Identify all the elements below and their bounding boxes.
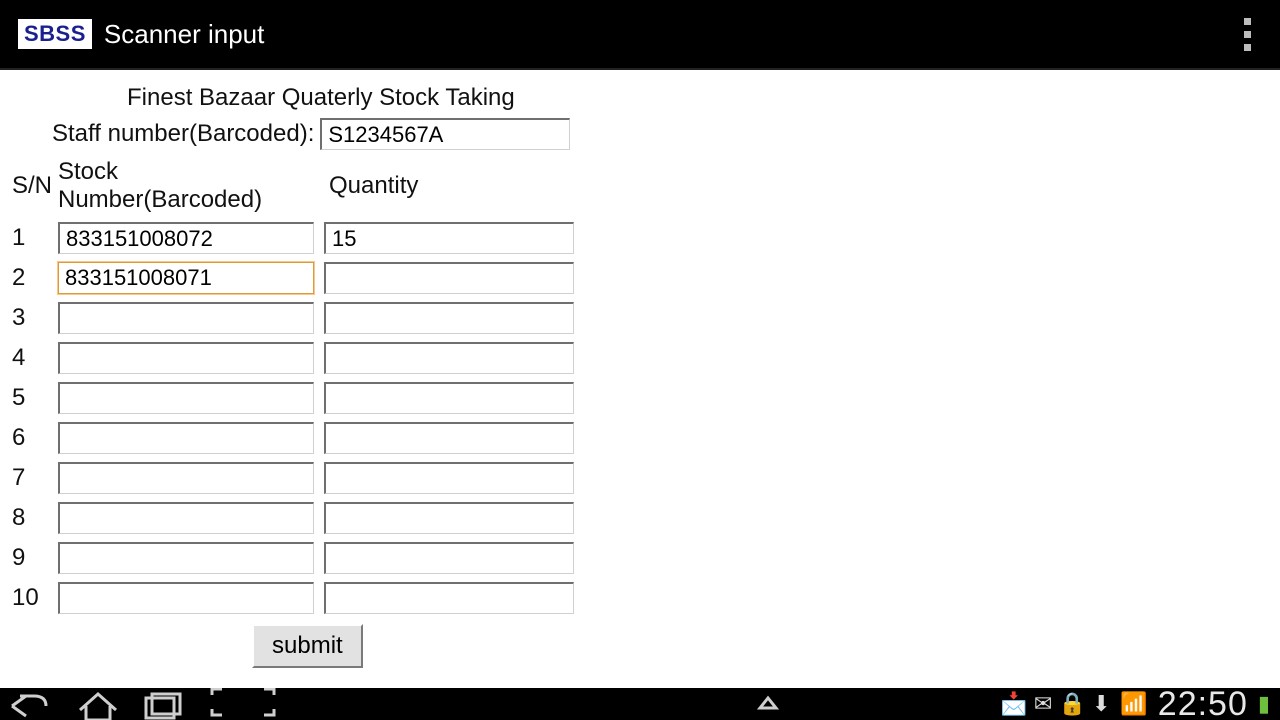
stock-number-input[interactable]	[58, 542, 314, 574]
table-row: 10	[12, 582, 1268, 614]
row-sn: 3	[12, 304, 58, 332]
system-navbar: 📩 ✉ 🔒 ⬇ 📶 22:50 ▮	[0, 688, 1280, 720]
app-logo: SBSS	[18, 19, 92, 49]
stock-number-input[interactable]	[58, 462, 314, 494]
staff-label: Staff number(Barcoded):	[52, 120, 314, 148]
table-row: 5	[12, 382, 1268, 414]
back-icon[interactable]	[10, 692, 54, 720]
stock-number-input[interactable]	[58, 222, 314, 254]
row-sn: 10	[12, 584, 58, 612]
row-sn: 5	[12, 384, 58, 412]
stock-number-input[interactable]	[58, 502, 314, 534]
recents-icon[interactable]	[142, 692, 186, 720]
stock-number-input[interactable]	[58, 342, 314, 374]
battery-icon: ▮	[1258, 691, 1270, 717]
quantity-input[interactable]	[324, 422, 574, 454]
stock-number-input[interactable]	[58, 382, 314, 414]
row-sn: 4	[12, 344, 58, 372]
quantity-input[interactable]	[324, 542, 574, 574]
nav-caret-icon[interactable]	[756, 692, 780, 716]
staff-row: Staff number(Barcoded):	[52, 118, 1268, 150]
scan-icon[interactable]	[208, 688, 278, 717]
col-header-qty: Quantity	[329, 172, 418, 200]
stock-number-input[interactable]	[58, 262, 314, 294]
form-content: Finest Bazaar Quaterly Stock Taking Staf…	[0, 70, 1280, 678]
col-header-stock: Stock Number(Barcoded)	[58, 158, 323, 214]
table-row: 2	[12, 262, 1268, 294]
row-sn: 2	[12, 264, 58, 292]
table-row: 1	[12, 222, 1268, 254]
col-header-sn: S/N	[12, 172, 58, 200]
quantity-input[interactable]	[324, 502, 574, 534]
app-title: Scanner input	[104, 19, 264, 50]
table-row: 9	[12, 542, 1268, 574]
table-row: 3	[12, 302, 1268, 334]
stock-number-input[interactable]	[58, 422, 314, 454]
table-row: 8	[12, 502, 1268, 534]
wifi-icon: 📶	[1120, 691, 1147, 717]
page-heading: Finest Bazaar Quaterly Stock Taking	[127, 84, 1268, 112]
quantity-input[interactable]	[324, 342, 574, 374]
table-header: S/N Stock Number(Barcoded) Quantity	[12, 158, 1268, 214]
staff-number-input[interactable]	[320, 118, 570, 150]
quantity-input[interactable]	[324, 462, 574, 494]
stock-number-input[interactable]	[58, 302, 314, 334]
quantity-input[interactable]	[324, 222, 574, 254]
quantity-input[interactable]	[324, 262, 574, 294]
status-icons: 📩 ✉ 🔒 ⬇	[1000, 691, 1110, 717]
quantity-input[interactable]	[324, 382, 574, 414]
row-sn: 7	[12, 464, 58, 492]
overflow-menu-icon[interactable]	[1232, 14, 1262, 54]
row-sn: 8	[12, 504, 58, 532]
row-sn: 1	[12, 224, 58, 252]
row-sn: 6	[12, 424, 58, 452]
clock: 22:50	[1158, 688, 1248, 720]
table-row: 4	[12, 342, 1268, 374]
title-bar: SBSS Scanner input	[0, 0, 1280, 70]
submit-button[interactable]: submit	[252, 624, 363, 668]
row-sn: 9	[12, 544, 58, 572]
quantity-input[interactable]	[324, 302, 574, 334]
home-icon[interactable]	[76, 692, 120, 720]
table-row: 7	[12, 462, 1268, 494]
stock-number-input[interactable]	[58, 582, 314, 614]
quantity-input[interactable]	[324, 582, 574, 614]
table-row: 6	[12, 422, 1268, 454]
